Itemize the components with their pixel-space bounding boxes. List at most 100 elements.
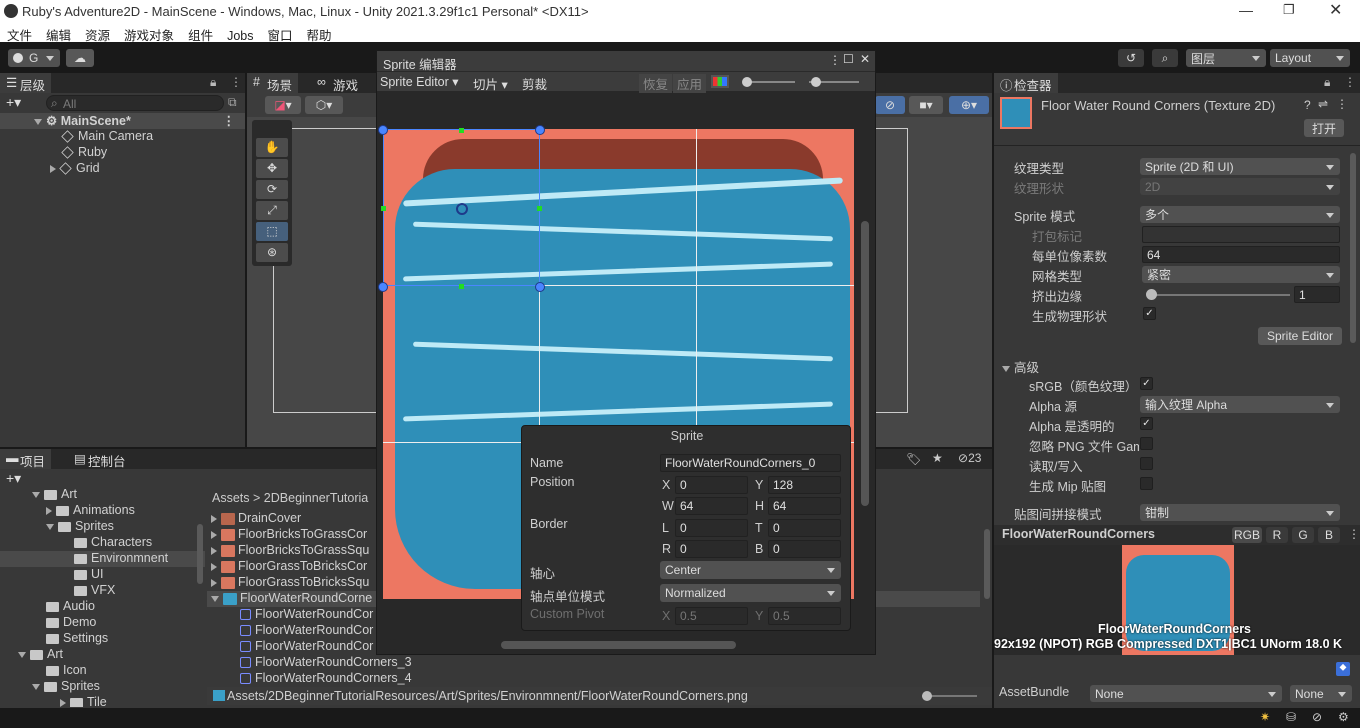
read-write-checkbox[interactable] (1140, 457, 1153, 470)
subasset-item[interactable]: FloorWaterRoundCorners_4 (240, 671, 412, 685)
move-tool[interactable]: ✥ (256, 159, 288, 178)
border-handle[interactable] (537, 206, 542, 211)
name-field[interactable]: FloorWaterRoundCorners_0 (660, 454, 841, 472)
fold-open-icon[interactable] (211, 595, 219, 602)
alpha-slider[interactable] (742, 77, 795, 87)
channel-r-button[interactable]: R (1266, 527, 1288, 543)
add-button[interactable]: +▾ (6, 94, 21, 111)
menu-assets[interactable]: 资源 (78, 23, 117, 44)
tree-item[interactable]: VFX (74, 583, 115, 597)
alpha-slider-thumb[interactable] (742, 77, 752, 87)
hierarchy-item[interactable]: Ruby (61, 145, 107, 159)
more-icon[interactable]: ⋮ (1344, 75, 1356, 89)
fold-closed-icon[interactable] (211, 514, 217, 523)
assetbundle-variant-dropdown[interactable]: None (1290, 685, 1352, 702)
tab-inspector[interactable]: ⓘ 检查器 (994, 73, 1058, 93)
search-button[interactable]: ⌕ (1152, 49, 1178, 67)
help-icon[interactable]: ? (1304, 98, 1311, 112)
ppu-field[interactable]: 64 (1142, 246, 1340, 263)
menu-edit[interactable]: 编辑 (39, 23, 78, 44)
scene-row[interactable]: ⚙ MainScene* ⋮ (0, 113, 245, 129)
trim-button[interactable]: 剪裁 (522, 74, 547, 93)
zoom-slider-thumb[interactable] (811, 77, 821, 87)
zoom-slider[interactable] (922, 691, 977, 701)
zoom-slider[interactable] (809, 77, 859, 87)
tree-item[interactable]: Audio (46, 599, 95, 613)
menu-help[interactable]: 帮助 (300, 23, 339, 44)
pivot-dropdown[interactable]: Center (660, 561, 841, 579)
gizmo-cube-button[interactable]: ⬡ ▾ (305, 96, 343, 114)
hierarchy-item[interactable]: Grid (50, 161, 100, 175)
rotate-tool[interactable]: ⟳ (256, 180, 288, 199)
fold-open-icon[interactable] (32, 491, 40, 498)
fold-closed-icon[interactable] (46, 506, 52, 515)
wrap-dropdown[interactable]: 钳制 (1140, 504, 1340, 521)
file-item[interactable]: FloorGrassToBricksCor (211, 559, 367, 573)
border-handle[interactable] (381, 206, 386, 211)
hierarchy-search-input[interactable]: ⌕ All (46, 95, 224, 111)
tab-game[interactable]: ∞ 游戏 (313, 73, 364, 93)
lock-icon[interactable]: 🔒︎ (210, 75, 216, 90)
slice-dropdown[interactable]: 切片 ▾ (473, 74, 508, 93)
sprite-editor-button[interactable]: Sprite Editor (1258, 327, 1342, 345)
fold-open-icon[interactable] (34, 118, 42, 125)
subasset-item[interactable]: FloorWaterRoundCorners_3 (240, 655, 412, 669)
fold-closed-icon[interactable] (211, 578, 217, 587)
camera-button[interactable]: ■▾ (909, 96, 943, 114)
tree-item-selected[interactable]: Environmnent (0, 551, 205, 567)
mip-checkbox[interactable] (1140, 477, 1153, 490)
project-scrollbar[interactable] (984, 529, 990, 599)
gizmos-button[interactable]: ⊕▾ (949, 96, 989, 114)
l-field[interactable]: 0 (675, 519, 748, 537)
scene-more-icon[interactable]: ⋮ (223, 113, 236, 128)
cloud-button[interactable]: ☁ (66, 49, 94, 67)
extrude-slider-thumb[interactable] (1146, 289, 1157, 300)
layers-dropdown[interactable]: 图层 (1186, 49, 1266, 67)
fold-open-icon[interactable] (46, 523, 54, 530)
lightbulb-icon[interactable]: ✷ (1260, 710, 1270, 724)
channel-b-button[interactable]: B (1318, 527, 1340, 543)
tree-item[interactable]: Tile (60, 695, 107, 707)
cache-icon[interactable]: ⛁ (1286, 710, 1296, 724)
pivot-unit-dropdown[interactable]: Normalized (660, 584, 841, 602)
tree-item[interactable]: Sprites (32, 679, 100, 693)
hierarchy-item[interactable]: Main Camera (61, 129, 153, 143)
lock-icon[interactable]: 🔒︎ (1324, 75, 1330, 90)
file-item[interactable]: FloorBricksToGrassCor (211, 527, 367, 541)
slice-corner-handle[interactable] (378, 125, 388, 135)
transform-tool[interactable]: ⊛ (256, 243, 288, 262)
tree-item[interactable]: UI (74, 567, 104, 581)
fold-closed-icon[interactable] (211, 546, 217, 555)
alpha-transparent-checkbox[interactable]: ✓ (1140, 417, 1153, 430)
y-field[interactable]: 128 (768, 476, 841, 494)
srgb-checkbox[interactable]: ✓ (1140, 377, 1153, 390)
close-icon[interactable]: ✕ (1329, 0, 1342, 20)
inspector-scrollbar[interactable] (1350, 153, 1356, 343)
tab-console[interactable]: ▤ 控制台 (68, 449, 132, 469)
settings-icon[interactable]: ⇌ (1318, 97, 1328, 111)
minimize-icon[interactable]: — (1239, 2, 1253, 18)
tag-icon[interactable]: 🏷︎ (906, 452, 921, 466)
slice-corner-handle[interactable] (535, 125, 545, 135)
menu-gameobject[interactable]: 游戏对象 (117, 23, 181, 44)
fold-closed-icon[interactable] (211, 562, 217, 571)
draw-mode-button[interactable]: ◪ ▾ (265, 96, 301, 114)
project-add-button[interactable]: +▾ (6, 470, 21, 487)
notification-icon[interactable]: ⚙ (1338, 710, 1349, 724)
menu-jobs[interactable]: Jobs (220, 27, 260, 43)
more-icon[interactable]: ⋮ (230, 75, 242, 89)
slice-corner-handle[interactable] (535, 282, 545, 292)
tree-item[interactable]: Characters (74, 535, 152, 549)
alpha-source-dropdown[interactable]: 输入纹理 Alpha (1140, 396, 1340, 413)
ignore-png-checkbox[interactable] (1140, 437, 1153, 450)
extrude-field[interactable]: 1 (1294, 286, 1340, 303)
tree-item[interactable]: Icon (46, 663, 87, 677)
subasset-item[interactable]: FloorWaterRoundCor (240, 623, 373, 637)
tree-item[interactable]: Art (18, 647, 63, 661)
visibility-button[interactable]: ⊘ (875, 96, 905, 114)
fold-closed-icon[interactable] (50, 164, 56, 173)
rect-tool[interactable]: ⬚ (256, 222, 288, 241)
sprite-mode-dropdown[interactable]: 多个 (1140, 206, 1340, 223)
fold-closed-icon[interactable] (60, 698, 66, 707)
fold-closed-icon[interactable] (211, 530, 217, 539)
